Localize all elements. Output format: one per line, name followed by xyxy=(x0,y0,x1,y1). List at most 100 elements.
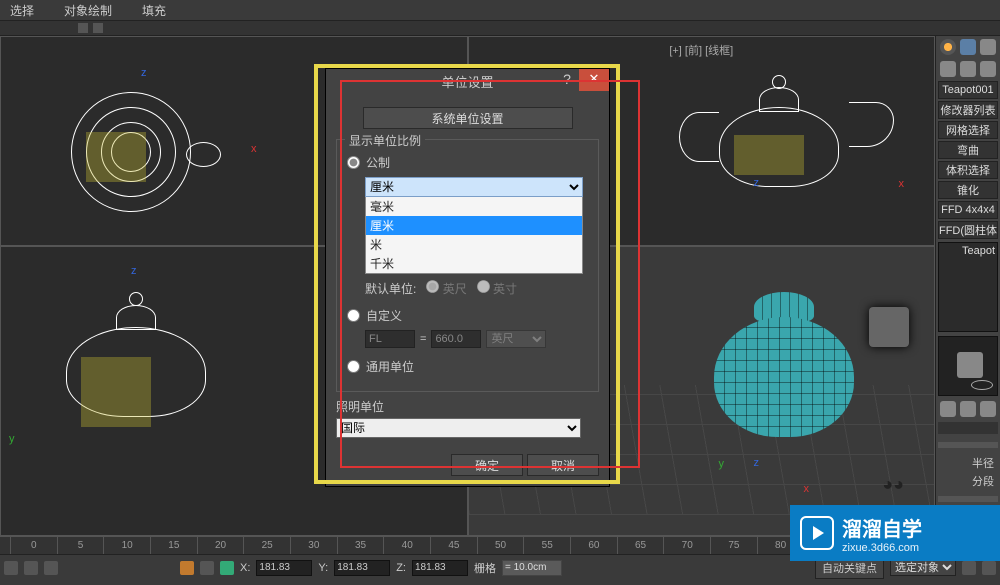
status-icon[interactable] xyxy=(982,561,996,575)
timeline-tick[interactable]: 55 xyxy=(523,537,570,554)
btn-vol-select[interactable]: 体积选择 xyxy=(938,161,998,179)
axis-y-label: y xyxy=(719,458,725,470)
option-mm[interactable]: 毫米 xyxy=(366,197,582,216)
panel-tab-icon[interactable] xyxy=(960,61,976,77)
rollout-handle[interactable] xyxy=(938,496,998,502)
timeline-tick[interactable]: 20 xyxy=(197,537,244,554)
timeline-tick[interactable]: 15 xyxy=(150,537,197,554)
timeline-tick[interactable]: 5 xyxy=(57,537,104,554)
status-icon[interactable] xyxy=(24,561,38,575)
sun-icon[interactable] xyxy=(940,39,956,55)
shaded-teapot[interactable] xyxy=(694,277,874,467)
timeline-tick[interactable]: 65 xyxy=(617,537,664,554)
z-input[interactable] xyxy=(412,560,468,576)
ok-button[interactable]: 确定 xyxy=(451,454,523,476)
stack-item[interactable]: Teapot xyxy=(962,245,995,257)
timeline-tick[interactable]: 60 xyxy=(570,537,617,554)
timeline-tick[interactable]: 40 xyxy=(383,537,430,554)
timeline-tick[interactable]: 35 xyxy=(337,537,384,554)
btn-taper[interactable]: 锥化 xyxy=(938,181,998,199)
timeline-tick[interactable]: 75 xyxy=(710,537,757,554)
btn-bend[interactable]: 弯曲 xyxy=(938,141,998,159)
radius-label: 半径 xyxy=(972,455,994,471)
custom-value-input xyxy=(431,330,481,348)
panel-tab-icon[interactable] xyxy=(940,61,956,77)
selection-gizmo[interactable] xyxy=(734,135,804,175)
timeline-tick[interactable]: 70 xyxy=(663,537,710,554)
timeline-tick[interactable]: 0 xyxy=(10,537,57,554)
watermark-url: zixue.3d66.com xyxy=(842,542,922,554)
btn-mesh-select[interactable]: 网格选择 xyxy=(938,121,998,139)
key-filter-select[interactable]: 选定对象 xyxy=(890,559,956,576)
axis-z-label: z xyxy=(754,457,760,469)
status-icon[interactable] xyxy=(4,561,18,575)
timeline-tick[interactable]: 50 xyxy=(477,537,524,554)
help-button[interactable]: ? xyxy=(555,71,579,91)
toolbar xyxy=(0,20,1000,36)
status-icon[interactable] xyxy=(962,561,976,575)
status-icon[interactable] xyxy=(44,561,58,575)
x-input[interactable] xyxy=(256,560,312,576)
toolbar-icon[interactable] xyxy=(93,23,103,33)
viewcube[interactable] xyxy=(869,307,909,347)
us-inches-label: 英寸 xyxy=(493,282,517,296)
preview-thumbnail xyxy=(938,336,998,396)
generic-radio[interactable] xyxy=(347,360,360,373)
option-cm[interactable]: 厘米 xyxy=(366,216,582,235)
display-unit-scale-group: 显示单位比例 公制 厘米 毫米 厘米 米 千米 默认单位: 英尺 英寸 自定义 xyxy=(336,139,599,392)
us-feet-label: 英尺 xyxy=(443,282,467,296)
menu-select[interactable]: 选择 xyxy=(10,2,34,19)
command-panel: Teapot001 修改器列表 网格选择 弯曲 体积选择 锥化 FFD 4x4x… xyxy=(935,36,1000,536)
us-feet-radio xyxy=(426,280,439,293)
custom-radio[interactable] xyxy=(347,309,360,322)
panel-tab-icon[interactable] xyxy=(980,39,996,55)
status-icon[interactable] xyxy=(220,561,234,575)
option-km[interactable]: 千米 xyxy=(366,254,582,273)
rollout-handle[interactable] xyxy=(938,442,998,448)
modifier-stack[interactable]: Teapot xyxy=(938,242,998,332)
y-input[interactable] xyxy=(334,560,390,576)
menu-fill[interactable]: 填充 xyxy=(142,2,166,19)
custom-prefix-input xyxy=(365,330,415,348)
panel-tab-icon[interactable] xyxy=(960,39,976,55)
x-label: X: xyxy=(240,562,250,574)
menu-object-paint[interactable]: 对象绘制 xyxy=(64,2,112,19)
viewport-label-front[interactable]: [+] [前] [线框] xyxy=(669,42,733,58)
axis-z-label: z xyxy=(141,67,147,79)
grid-value xyxy=(502,560,562,576)
metric-unit-dropdown-list: 毫米 厘米 米 千米 xyxy=(365,197,583,274)
status-icon[interactable] xyxy=(200,561,214,575)
nav-icon[interactable]: ◕◕ xyxy=(882,474,904,495)
btn-ffd-cyl[interactable]: FFD(圆柱体 xyxy=(938,221,998,239)
dialog-titlebar[interactable]: 单位设置 ? ✕ xyxy=(326,69,609,93)
timeline-tick[interactable]: 45 xyxy=(430,537,477,554)
metric-unit-select[interactable]: 厘米 xyxy=(365,177,583,197)
menu-bar: 选择 对象绘制 填充 xyxy=(0,0,1000,20)
btn-ffd-box[interactable]: FFD 4x4x4 xyxy=(938,201,998,219)
selection-gizmo[interactable] xyxy=(81,357,151,427)
stack-tool-icon[interactable] xyxy=(940,401,956,417)
grid-label: 栅格 xyxy=(474,560,496,576)
panel-scrollbar[interactable] xyxy=(938,422,998,434)
wireframe-teapot-front xyxy=(679,57,879,197)
ring-icon xyxy=(971,380,993,390)
option-m[interactable]: 米 xyxy=(366,235,582,254)
cancel-button[interactable]: 取消 xyxy=(527,454,599,476)
lighting-units-select[interactable]: 国际 xyxy=(336,418,581,438)
lock-selection-icon[interactable] xyxy=(180,561,194,575)
system-unit-setup-button[interactable]: 系统单位设置 xyxy=(363,107,573,129)
object-name-field[interactable]: Teapot001 xyxy=(938,81,998,99)
toolbar-icon[interactable] xyxy=(78,23,88,33)
timeline-tick[interactable]: 10 xyxy=(103,537,150,554)
stack-tool-icon[interactable] xyxy=(960,401,976,417)
timeline-tick[interactable]: 25 xyxy=(243,537,290,554)
panel-tab-icon[interactable] xyxy=(980,61,996,77)
timeline-tick[interactable]: 30 xyxy=(290,537,337,554)
selection-gizmo[interactable] xyxy=(86,132,146,182)
axis-x-label: x xyxy=(899,178,905,190)
custom-label: 自定义 xyxy=(366,307,402,324)
stack-tool-icon[interactable] xyxy=(980,401,996,417)
modifier-list-dropdown[interactable]: 修改器列表 xyxy=(938,101,998,119)
close-button[interactable]: ✕ xyxy=(579,69,609,91)
metric-radio[interactable] xyxy=(347,156,360,169)
